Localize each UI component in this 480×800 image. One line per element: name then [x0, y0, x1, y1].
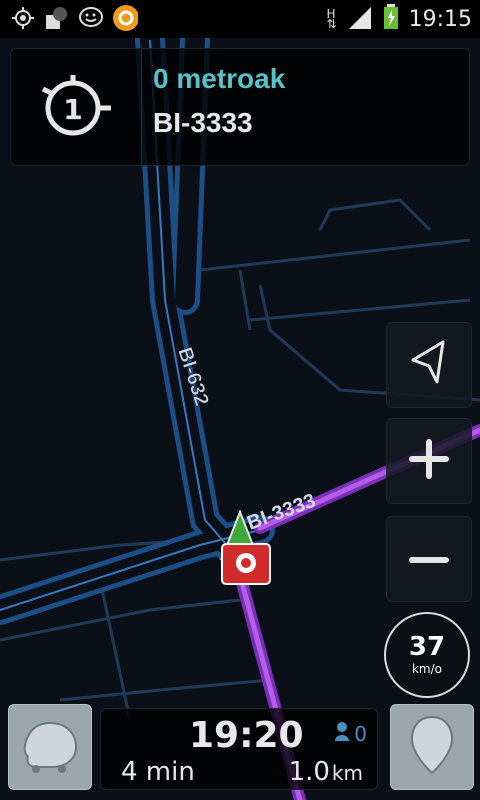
- eta-panel[interactable]: 19:20 0 4 min 1.0 km: [100, 708, 378, 790]
- arrival-time: 19:20: [189, 715, 304, 756]
- users-count: 0: [354, 721, 367, 746]
- roundabout-exit-1-icon: 1: [39, 73, 115, 147]
- main-menu-button[interactable]: [8, 704, 92, 790]
- app-orange-icon: [112, 5, 138, 31]
- compass-button[interactable]: [386, 322, 472, 408]
- speed-value: 37: [408, 632, 446, 662]
- network-type-icon: H ⇅: [326, 7, 337, 31]
- turn-instruction-box: 1: [11, 49, 142, 165]
- zoom-in-button[interactable]: [386, 418, 472, 504]
- report-button[interactable]: [390, 704, 474, 790]
- remaining-distance-value: 1.0: [288, 757, 330, 787]
- nearby-users: 0: [334, 721, 367, 746]
- remaining-duration: 4 min: [121, 757, 195, 787]
- destination-marker-icon[interactable]: [221, 543, 271, 585]
- plus-icon: [407, 437, 451, 485]
- remaining-distance-unit: km: [331, 761, 363, 785]
- navigation-instruction-panel[interactable]: 1 0 metroak BI-3333: [10, 48, 470, 166]
- waze-menu-icon: [20, 717, 80, 777]
- minus-icon: [407, 550, 451, 569]
- battery-icon: [383, 4, 399, 34]
- roundabout-exit-number: 1: [63, 93, 82, 126]
- speedometer: 37 km/o: [384, 612, 470, 698]
- clock: 19:15: [408, 6, 472, 32]
- profile-icon: [44, 5, 70, 31]
- zoom-out-button[interactable]: [386, 516, 472, 602]
- gps-icon: [10, 5, 36, 31]
- compass-arrow-icon: [407, 338, 451, 392]
- location-pin-icon: [409, 715, 455, 779]
- turn-distance: 0 metroak: [153, 63, 286, 94]
- user-icon: [334, 721, 350, 746]
- remaining-distance: 1.0 km: [289, 757, 363, 787]
- signal-icon: [347, 5, 373, 33]
- speed-unit: km/o: [411, 662, 443, 676]
- next-street-name: BI-3333: [153, 107, 253, 138]
- waze-icon: [78, 5, 104, 31]
- status-bar: H ⇅ 19:15: [0, 0, 480, 38]
